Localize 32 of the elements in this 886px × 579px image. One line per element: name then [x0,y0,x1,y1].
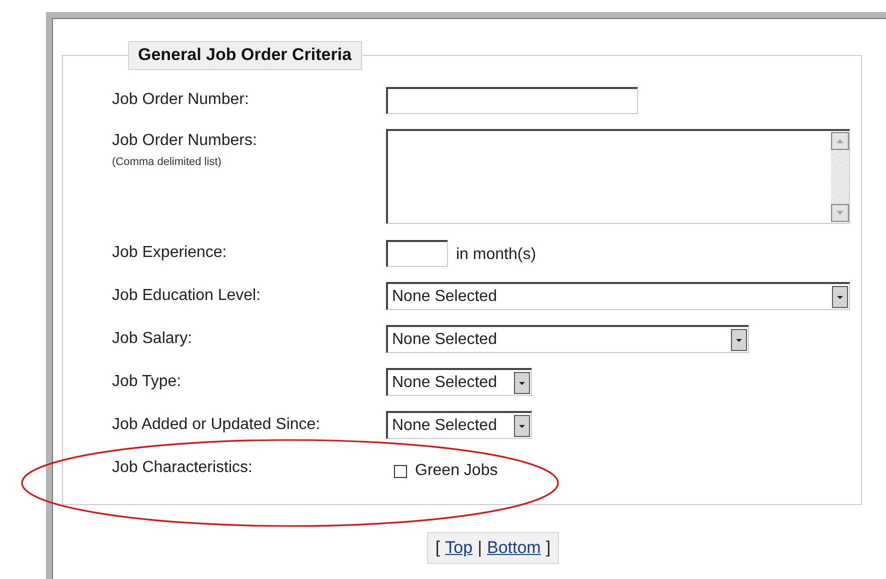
dropdown[interactable]: None Selected [386,325,749,353]
scrollbar[interactable] [831,132,849,222]
dropdown[interactable]: None Selected [386,282,850,310]
field-label: Job Experience: [112,244,227,262]
caret-icon [832,286,848,308]
bracket: ] [546,538,551,558]
scroll-down-icon[interactable] [831,204,849,222]
field-label: Job Type: [112,373,182,391]
textarea-field[interactable] [386,128,850,224]
unit-label: in month(s) [456,246,536,264]
input-field[interactable] [386,240,448,266]
nav-link[interactable]: Top [445,538,473,558]
caret-icon [514,414,530,436]
caret-icon [731,328,747,350]
input-field[interactable] [386,86,638,114]
separator: | [478,538,482,558]
checkbox[interactable] [394,464,407,478]
checkbox-label[interactable]: Green Jobs [415,462,498,480]
field-label: Job Added or Updated Since: [112,416,320,434]
bracket: [ [435,538,440,558]
dropdown[interactable]: None Selected [386,368,532,396]
field-label: Job Salary: [112,330,192,348]
section-title: General Job Order Criteria [128,41,362,70]
dropdown[interactable]: None Selected [386,411,532,439]
field-label: Job Order Number: [112,91,249,109]
field-label: Job Education Level: [112,287,261,305]
field-label: Job Order Numbers: [112,132,257,150]
caret-icon [514,372,530,394]
scroll-up-icon[interactable] [831,132,849,150]
field-hint: (Comma delimited list) [112,156,222,168]
field-label: Job Characteristics: [112,459,252,477]
nav-link[interactable]: Bottom [486,538,541,558]
